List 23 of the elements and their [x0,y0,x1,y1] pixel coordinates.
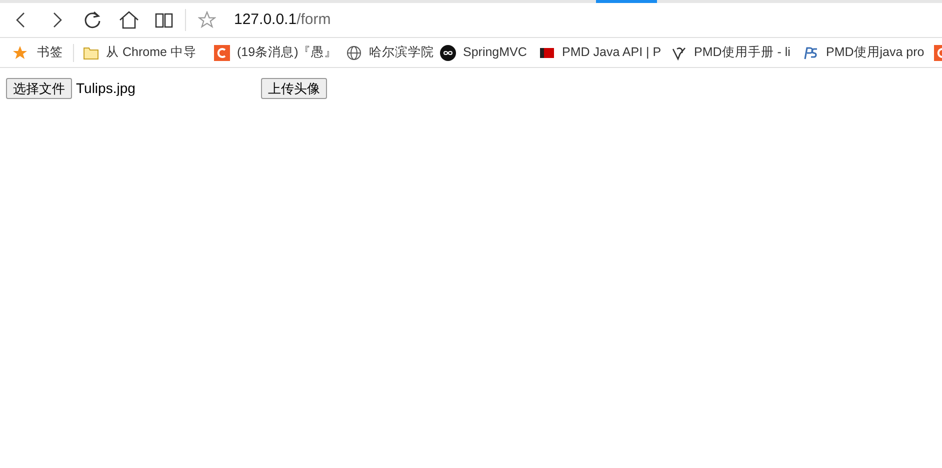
folder-icon [83,44,99,60]
home-icon[interactable] [119,11,139,29]
bookmark-item[interactable]: PMD Java API | P [539,43,671,62]
bookmark-item[interactable]: 书签 [12,43,63,62]
bookmark-item[interactable]: PMD使用手册 - li [671,43,803,62]
globe-icon [346,44,362,60]
upload-avatar-button[interactable]: 上传头像 [261,78,327,99]
star-icon [12,44,28,60]
c-logo-icon [214,44,230,60]
choose-file-button[interactable]: 选择文件 [6,78,72,99]
book-icon[interactable] [155,12,173,28]
bookmark-item[interactable]: SpringMVC [440,43,539,62]
infinity-icon [440,44,456,60]
bookmark-item[interactable]: 哈尔滨学院 [346,43,440,62]
file-name: Tulips.jpg [76,79,136,98]
bookmark-item[interactable]: (19条消息)『愚』 [214,43,346,62]
sketch-icon [671,44,687,60]
address-bar[interactable]: 127.0.0.1/form [234,8,331,32]
star-icon[interactable] [198,11,216,29]
ps-logo-icon [803,44,819,60]
bookmark-item[interactable]: PMD使用java pro [803,43,934,62]
bookmark-item[interactable]: 从 Chrome 中导 [83,43,214,62]
reload-icon[interactable] [84,11,102,29]
